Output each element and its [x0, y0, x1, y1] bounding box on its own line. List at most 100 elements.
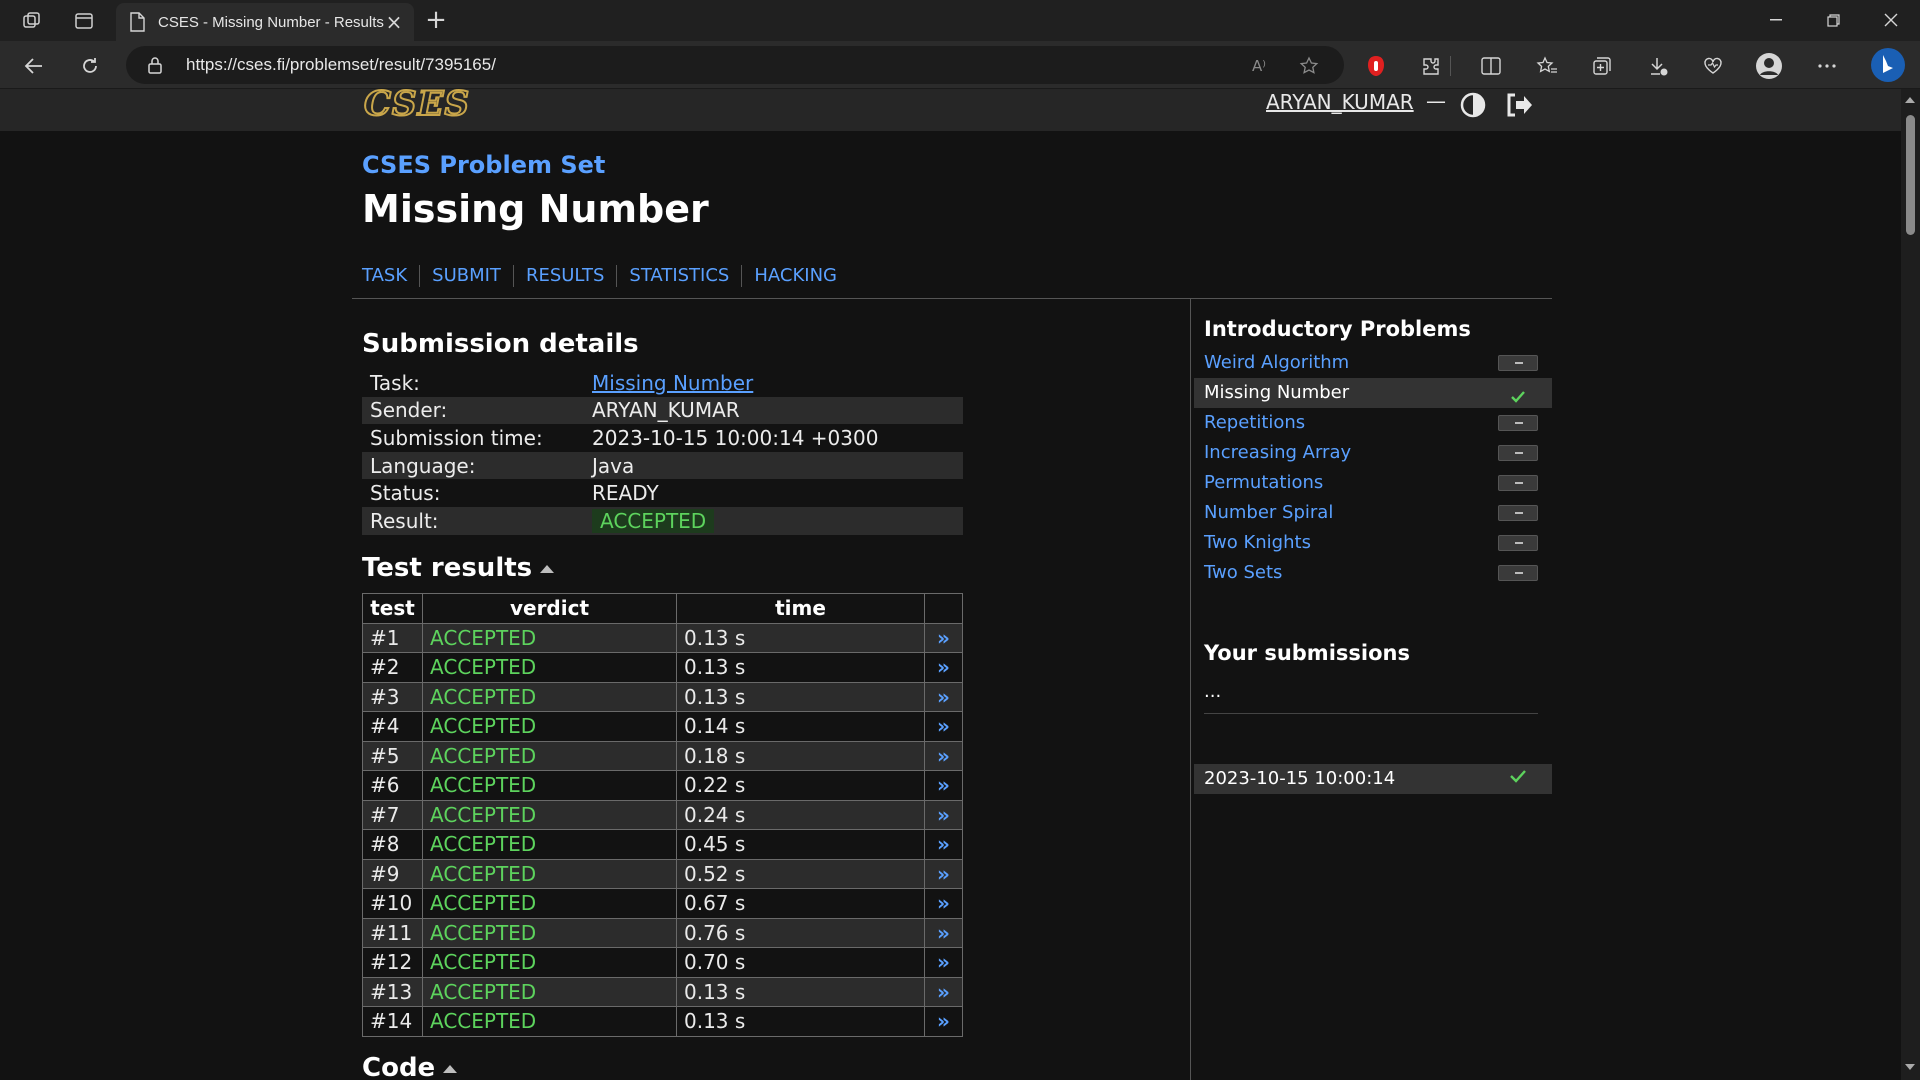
test-number: #11 [362, 917, 423, 948]
collections-icon[interactable] [1588, 52, 1616, 80]
problem-link[interactable]: Two Sets [1204, 562, 1282, 583]
column-header-test: test [362, 593, 423, 624]
split-screen-icon[interactable] [1477, 52, 1505, 80]
downloads-icon[interactable] [1644, 52, 1672, 80]
test-verdict: ACCEPTED [422, 1006, 677, 1037]
not-attempted-icon [1498, 475, 1538, 491]
refresh-icon[interactable] [75, 51, 105, 81]
new-tab-button[interactable]: + [423, 7, 449, 34]
tab-submit[interactable]: SUBMIT [432, 265, 514, 287]
url-text[interactable]: https://cses.fi/problemset/result/739516… [186, 55, 496, 75]
sidebar-problem-item[interactable]: Number Spiral [1194, 498, 1552, 528]
workspaces-icon[interactable] [19, 8, 45, 34]
test-results-heading[interactable]: Test results [362, 553, 555, 583]
sidebar-heading: Introductory Problems [1204, 317, 1471, 341]
test-details-link[interactable]: » [924, 1006, 963, 1037]
tab-statistics[interactable]: STATISTICS [629, 265, 743, 287]
restore-icon[interactable] [1813, 6, 1853, 34]
adblock-extension-icon[interactable] [1362, 52, 1390, 80]
cses-logo[interactable]: CSES [362, 89, 478, 127]
sidebar-problem-item[interactable]: Two Sets [1194, 558, 1552, 588]
task-link[interactable]: Missing Number [592, 371, 753, 395]
test-details-link[interactable]: » [924, 947, 963, 978]
submission-details-heading: Submission details [362, 329, 639, 359]
submission-list-item[interactable]: 2023-10-15 10:00:14 [1194, 764, 1552, 794]
sidebar-problem-item[interactable]: Increasing Array [1194, 438, 1552, 468]
test-details-link[interactable]: » [924, 622, 963, 653]
more-problems-ellipsis[interactable]: ... [1204, 681, 1221, 702]
test-details-link[interactable]: » [924, 711, 963, 742]
test-details-link[interactable]: » [924, 888, 963, 919]
scroll-down-icon[interactable] [1905, 1064, 1915, 1070]
submission-time: 2023-10-15 10:00:14 [1204, 768, 1396, 789]
test-details-link[interactable]: » [924, 858, 963, 889]
address-bar[interactable]: https://cses.fi/problemset/result/739516… [126, 46, 1344, 84]
test-time: 0.13 s [676, 681, 925, 712]
table-header-row: test verdict time [362, 593, 963, 624]
scrollbar-thumb[interactable] [1906, 115, 1915, 235]
sidebar-problem-item[interactable]: Permutations [1194, 468, 1552, 498]
test-number: #12 [362, 947, 423, 978]
detail-row: Sender: ARYAN_KUMAR [362, 396, 963, 425]
lock-icon[interactable] [148, 56, 162, 74]
your-submissions-heading: Your submissions [1204, 641, 1410, 665]
browser-tab-active[interactable]: CSES - Missing Number - Results × [116, 3, 414, 41]
minimize-icon[interactable] [1756, 6, 1796, 34]
test-details-link[interactable]: » [924, 770, 963, 801]
table-row: #1 ACCEPTED 0.13 s» [362, 622, 963, 653]
back-icon[interactable] [19, 51, 49, 81]
logout-icon[interactable] [1505, 92, 1533, 122]
problem-link[interactable]: Weird Algorithm [1204, 352, 1349, 373]
bing-copilot-icon[interactable] [1870, 45, 1906, 85]
page-title: Missing Number [362, 187, 709, 231]
collapse-triangle-icon[interactable] [540, 564, 555, 573]
breadcrumb[interactable]: CSES Problem Set [362, 151, 605, 179]
theme-toggle-icon[interactable] [1460, 92, 1486, 122]
read-aloud-icon[interactable]: A⁾ [1248, 55, 1270, 77]
test-number: #2 [362, 652, 423, 683]
extensions-icon[interactable] [1417, 52, 1445, 80]
test-verdict: ACCEPTED [422, 917, 677, 948]
sidebar-problem-item[interactable]: Missing Number [1194, 378, 1552, 408]
collapse-triangle-icon[interactable] [443, 1064, 458, 1073]
test-results-heading-text: Test results [362, 553, 533, 583]
detail-row: Status: READY [362, 479, 963, 507]
close-window-icon[interactable] [1871, 6, 1911, 34]
problem-link[interactable]: Increasing Array [1204, 442, 1351, 463]
test-details-link[interactable]: » [924, 740, 963, 771]
problem-link[interactable]: Number Spiral [1204, 502, 1333, 523]
tab-task[interactable]: TASK [362, 265, 421, 287]
problem-link[interactable]: Repetitions [1204, 412, 1305, 433]
sidebar-problem-item[interactable]: Two Knights [1194, 528, 1552, 558]
test-details-link[interactable]: » [924, 976, 963, 1007]
detail-value: READY [592, 481, 659, 506]
tab-results[interactable]: RESULTS [526, 265, 618, 287]
table-row: #2 ACCEPTED 0.13 s» [362, 652, 963, 683]
test-details-link[interactable]: » [924, 799, 963, 830]
test-time: 0.18 s [676, 740, 925, 771]
scroll-up-icon[interactable] [1905, 97, 1915, 103]
problem-link[interactable]: Permutations [1204, 472, 1323, 493]
test-details-link[interactable]: » [924, 681, 963, 712]
favorite-star-icon[interactable] [1298, 55, 1320, 77]
test-details-link[interactable]: » [924, 652, 963, 683]
test-verdict: ACCEPTED [422, 622, 677, 653]
page-scrollbar[interactable] [1901, 89, 1920, 1080]
sidebar-problem-item[interactable]: Weird Algorithm [1194, 348, 1552, 378]
tab-hacking[interactable]: HACKING [754, 265, 849, 287]
test-details-link[interactable]: » [924, 917, 963, 948]
user-name-link[interactable]: ARYAN_KUMAR [1266, 90, 1414, 114]
table-row: #11 ACCEPTED 0.76 s» [362, 917, 963, 948]
vertical-tabs-icon[interactable] [71, 8, 97, 34]
code-heading-text: Code [362, 1053, 436, 1080]
browser-essentials-icon[interactable] [1699, 52, 1727, 80]
favorites-icon[interactable] [1533, 52, 1561, 80]
test-details-link[interactable]: » [924, 829, 963, 860]
tab-close-icon[interactable]: × [384, 12, 404, 32]
code-heading[interactable]: Code [362, 1053, 458, 1080]
problem-link[interactable]: Two Knights [1204, 532, 1311, 553]
sidebar-problem-item[interactable]: Repetitions [1194, 408, 1552, 438]
more-options-icon[interactable] [1813, 52, 1841, 80]
profile-avatar-icon[interactable] [1755, 52, 1783, 80]
site-header [0, 89, 1901, 131]
